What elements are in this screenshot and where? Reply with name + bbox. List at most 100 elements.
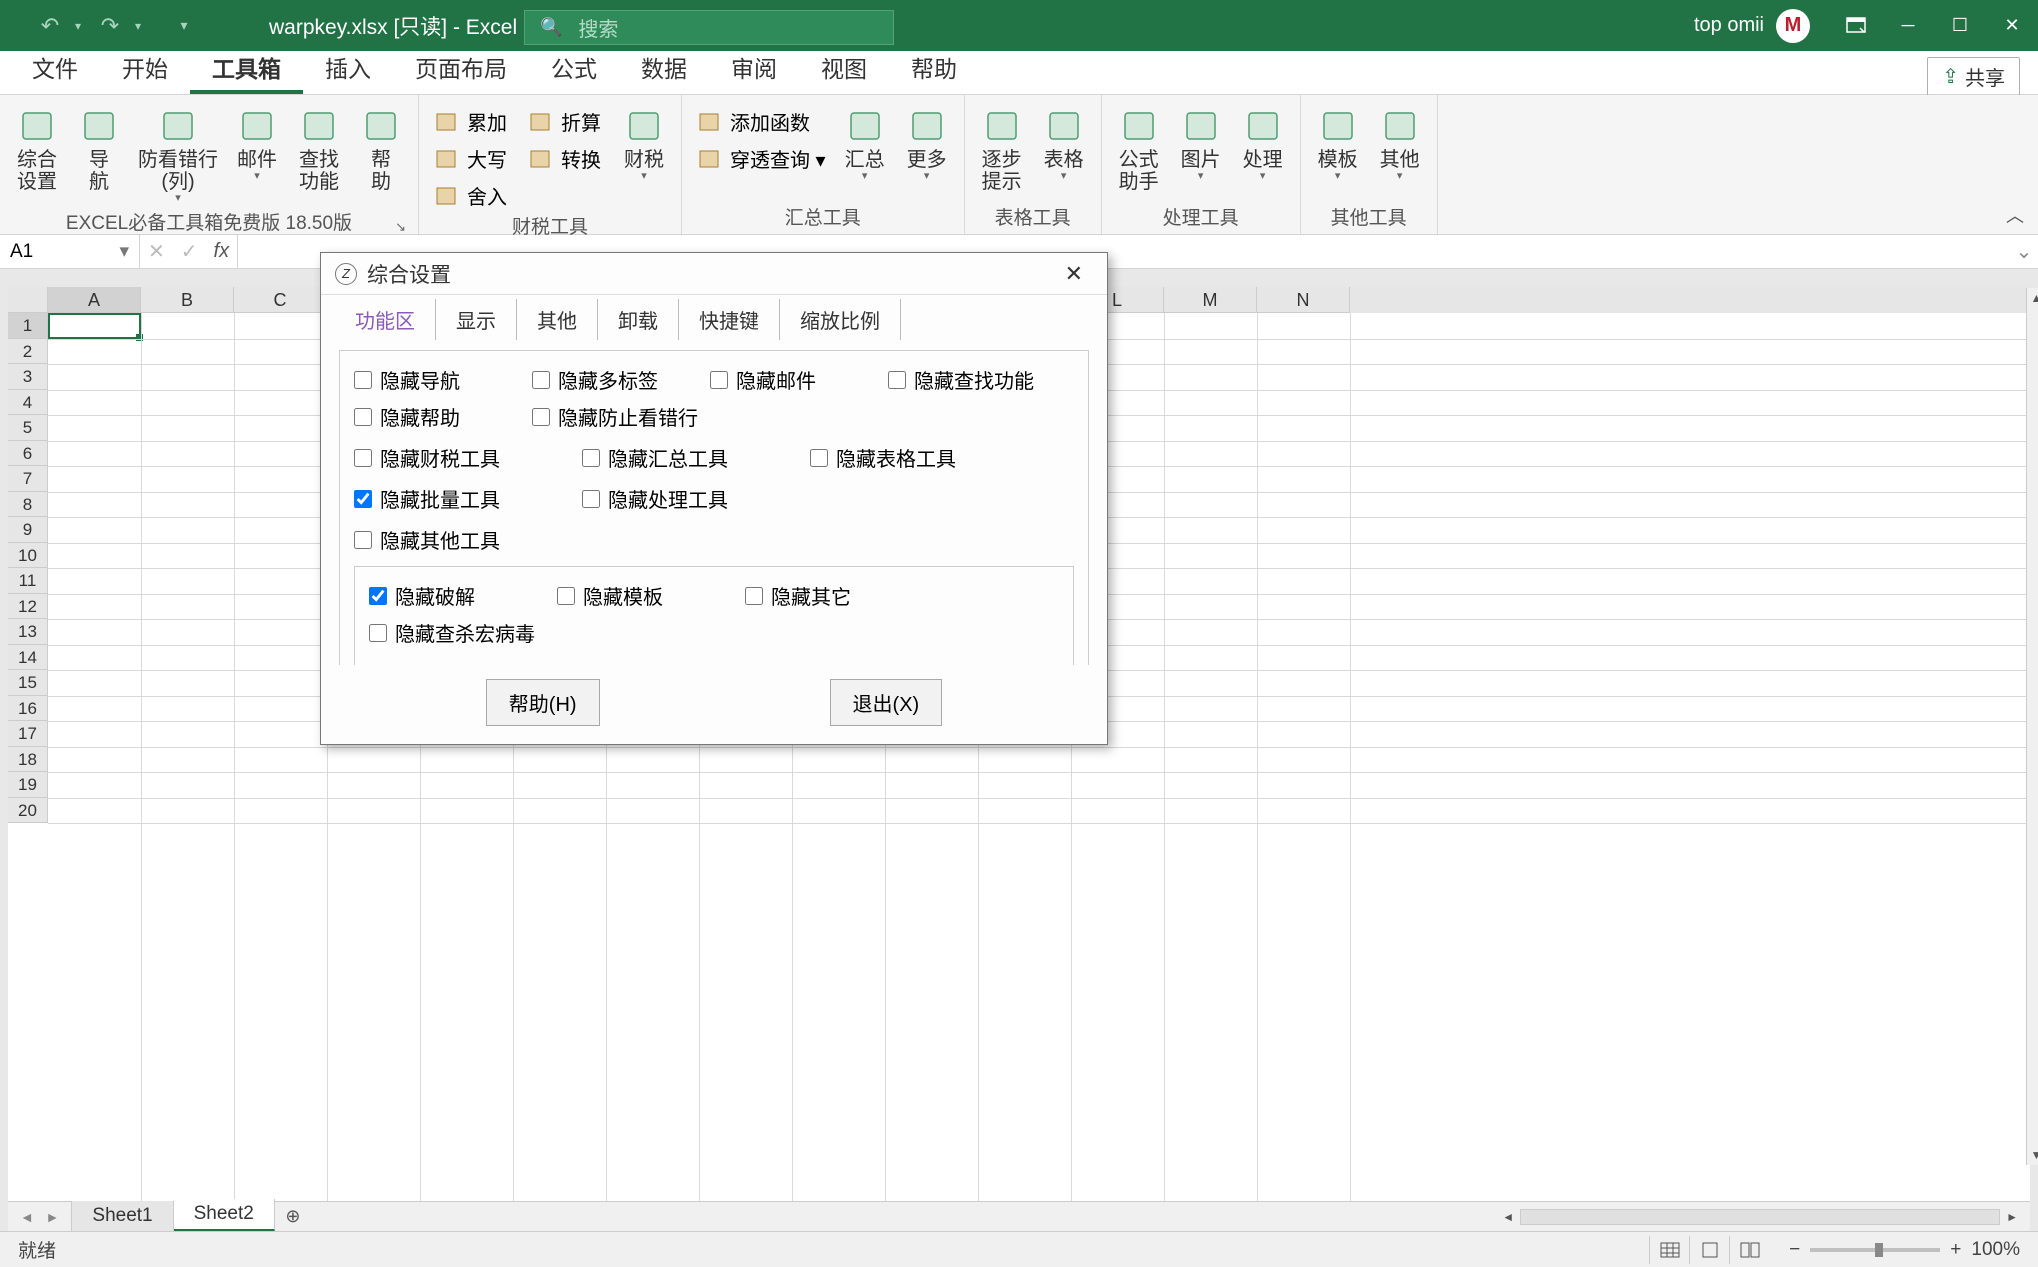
vertical-scrollbar[interactable]: ▲▼ bbox=[2026, 288, 2038, 1165]
menu-tab-数据[interactable]: 数据 bbox=[619, 42, 709, 94]
sheet-nav[interactable]: ◄ ► bbox=[8, 1202, 72, 1231]
row-header[interactable]: 3 bbox=[8, 364, 48, 390]
add-sheet-button[interactable]: ⊕ bbox=[275, 1202, 311, 1231]
row-header[interactable]: 14 bbox=[8, 645, 48, 671]
row-header[interactable]: 9 bbox=[8, 517, 48, 543]
formula-bar-expand-icon[interactable]: ⌄ bbox=[2010, 235, 2038, 268]
enter-icon[interactable]: ✓ bbox=[181, 239, 198, 264]
row-header[interactable]: 18 bbox=[8, 747, 48, 773]
hide-option-checkbox[interactable]: 隐藏多标签 bbox=[532, 365, 682, 394]
ribbon-button[interactable]: 邮件▾ bbox=[228, 101, 286, 186]
menu-tab-审阅[interactable]: 审阅 bbox=[709, 42, 799, 94]
hide-sub-option-checkbox[interactable]: 隐藏模板 bbox=[557, 581, 717, 610]
row-header[interactable]: 5 bbox=[8, 415, 48, 441]
dialog-tab[interactable]: 缩放比例 bbox=[780, 299, 901, 340]
zoom-in-button[interactable]: + bbox=[1950, 1239, 1961, 1261]
hide-option-checkbox[interactable]: 隐藏查找功能 bbox=[888, 365, 1038, 394]
hide-option-checkbox[interactable]: 隐藏导航 bbox=[354, 365, 504, 394]
search-box[interactable]: 🔍 搜索 bbox=[524, 10, 894, 45]
page-layout-view-button[interactable] bbox=[1689, 1236, 1729, 1264]
close-button[interactable]: ✕ bbox=[1986, 0, 2038, 51]
hide-option-checkbox[interactable]: 隐藏汇总工具 bbox=[582, 443, 782, 472]
row-header[interactable]: 12 bbox=[8, 594, 48, 620]
row-header[interactable]: 7 bbox=[8, 466, 48, 492]
column-header[interactable]: C bbox=[234, 287, 327, 313]
qat-customize-dropdown[interactable]: ▾ bbox=[169, 11, 199, 41]
redo-icon[interactable]: ↷ bbox=[95, 11, 125, 41]
cancel-icon[interactable]: ✕ bbox=[148, 239, 165, 264]
maximize-button[interactable]: ☐ bbox=[1934, 0, 1986, 51]
hide-option-checkbox[interactable]: 隐藏其他工具 bbox=[354, 525, 504, 554]
row-header[interactable]: 17 bbox=[8, 721, 48, 747]
ribbon-button[interactable]: 防看错行(列)▾ bbox=[132, 101, 224, 208]
horizontal-scrollbar[interactable]: ◄► bbox=[831, 1202, 2030, 1231]
dialog-tab[interactable]: 其他 bbox=[517, 299, 598, 340]
dialog-help-button[interactable]: 帮助(H) bbox=[486, 679, 600, 726]
ribbon-small-button[interactable]: 折算 bbox=[521, 105, 611, 138]
hide-option-checkbox[interactable]: 隐藏邮件 bbox=[710, 365, 860, 394]
ribbon-button[interactable]: 其他▾ bbox=[1371, 101, 1429, 186]
row-header[interactable]: 16 bbox=[8, 696, 48, 722]
column-header[interactable]: M bbox=[1164, 287, 1257, 313]
ribbon-button[interactable]: 公式助手 bbox=[1110, 101, 1168, 197]
row-header[interactable]: 20 bbox=[8, 798, 48, 824]
page-break-view-button[interactable] bbox=[1729, 1236, 1769, 1264]
hide-sub-option-checkbox[interactable]: 隐藏破解 bbox=[369, 581, 529, 610]
dialog-close-button[interactable]: ✕ bbox=[1055, 257, 1093, 291]
row-header[interactable]: 13 bbox=[8, 619, 48, 645]
ribbon-button[interactable]: 财税▾ bbox=[615, 101, 673, 186]
ribbon-button[interactable]: 处理▾ bbox=[1234, 101, 1292, 186]
normal-view-button[interactable] bbox=[1649, 1236, 1689, 1264]
ribbon-button[interactable]: 帮助 bbox=[352, 101, 410, 197]
hide-sub-option-checkbox[interactable]: 隐藏其它 bbox=[745, 581, 905, 610]
row-header[interactable]: 6 bbox=[8, 441, 48, 467]
redo-dropdown[interactable]: ▾ bbox=[123, 11, 153, 41]
undo-dropdown[interactable]: ▾ bbox=[63, 11, 93, 41]
user-name[interactable]: top omii bbox=[1694, 14, 1764, 37]
row-header[interactable]: 11 bbox=[8, 568, 48, 594]
row-header[interactable]: 8 bbox=[8, 492, 48, 518]
dialog-exit-button[interactable]: 退出(X) bbox=[830, 679, 943, 726]
column-header[interactable]: A bbox=[48, 287, 141, 313]
fx-icon[interactable]: fx bbox=[214, 240, 230, 263]
dialog-tab[interactable]: 功能区 bbox=[335, 299, 436, 340]
avatar[interactable]: M bbox=[1776, 9, 1810, 43]
hide-option-checkbox[interactable]: 隐藏表格工具 bbox=[810, 443, 1010, 472]
hide-option-checkbox[interactable]: 隐藏防止看错行 bbox=[532, 402, 698, 431]
ribbon-button[interactable]: 查找功能 bbox=[290, 101, 348, 197]
menu-tab-工具箱[interactable]: 工具箱 bbox=[190, 42, 303, 94]
ribbon-button[interactable]: 表格▾ bbox=[1035, 101, 1093, 186]
menu-tab-开始[interactable]: 开始 bbox=[100, 42, 190, 94]
row-header[interactable]: 15 bbox=[8, 670, 48, 696]
ribbon-button[interactable]: 逐步提示 bbox=[973, 101, 1031, 197]
dialog-tab[interactable]: 显示 bbox=[436, 299, 517, 340]
ribbon-small-button[interactable]: 转换 bbox=[521, 142, 611, 175]
ribbon-button[interactable]: 模板▾ bbox=[1309, 101, 1367, 186]
menu-tab-公式[interactable]: 公式 bbox=[529, 42, 619, 94]
row-header[interactable]: 4 bbox=[8, 390, 48, 416]
menu-tab-视图[interactable]: 视图 bbox=[799, 42, 889, 94]
ribbon-small-button[interactable]: 累加 bbox=[427, 105, 517, 138]
hide-option-checkbox[interactable]: 隐藏处理工具 bbox=[582, 484, 782, 513]
ribbon-small-button[interactable]: 舍入 bbox=[427, 179, 517, 212]
ribbon-small-button[interactable]: 穿透查询 ▾ bbox=[690, 142, 832, 175]
undo-icon[interactable]: ↶ bbox=[35, 11, 65, 41]
name-box-dropdown-icon[interactable]: ▾ bbox=[119, 240, 129, 263]
dialog-tab[interactable]: 快捷键 bbox=[679, 299, 780, 340]
share-button[interactable]: ⇪ 共享 bbox=[1927, 57, 2020, 96]
column-header[interactable]: B bbox=[141, 287, 234, 313]
zoom-out-button[interactable]: − bbox=[1789, 1239, 1800, 1261]
sheet-tab[interactable]: Sheet1 bbox=[72, 1201, 173, 1231]
row-header[interactable]: 1 bbox=[8, 313, 48, 339]
minimize-button[interactable]: ─ bbox=[1882, 0, 1934, 51]
ribbon-small-button[interactable]: 添加函数 bbox=[690, 105, 832, 138]
ribbon-button[interactable]: 综合设置 bbox=[8, 101, 66, 197]
name-box[interactable]: A1 ▾ bbox=[0, 235, 140, 268]
menu-tab-帮助[interactable]: 帮助 bbox=[889, 42, 979, 94]
menu-tab-插入[interactable]: 插入 bbox=[303, 42, 393, 94]
row-header[interactable]: 2 bbox=[8, 339, 48, 365]
hide-option-checkbox[interactable]: 隐藏批量工具 bbox=[354, 484, 554, 513]
menu-tab-页面布局[interactable]: 页面布局 bbox=[393, 42, 529, 94]
hide-option-checkbox[interactable]: 隐藏帮助 bbox=[354, 402, 504, 431]
column-header[interactable]: N bbox=[1257, 287, 1350, 313]
